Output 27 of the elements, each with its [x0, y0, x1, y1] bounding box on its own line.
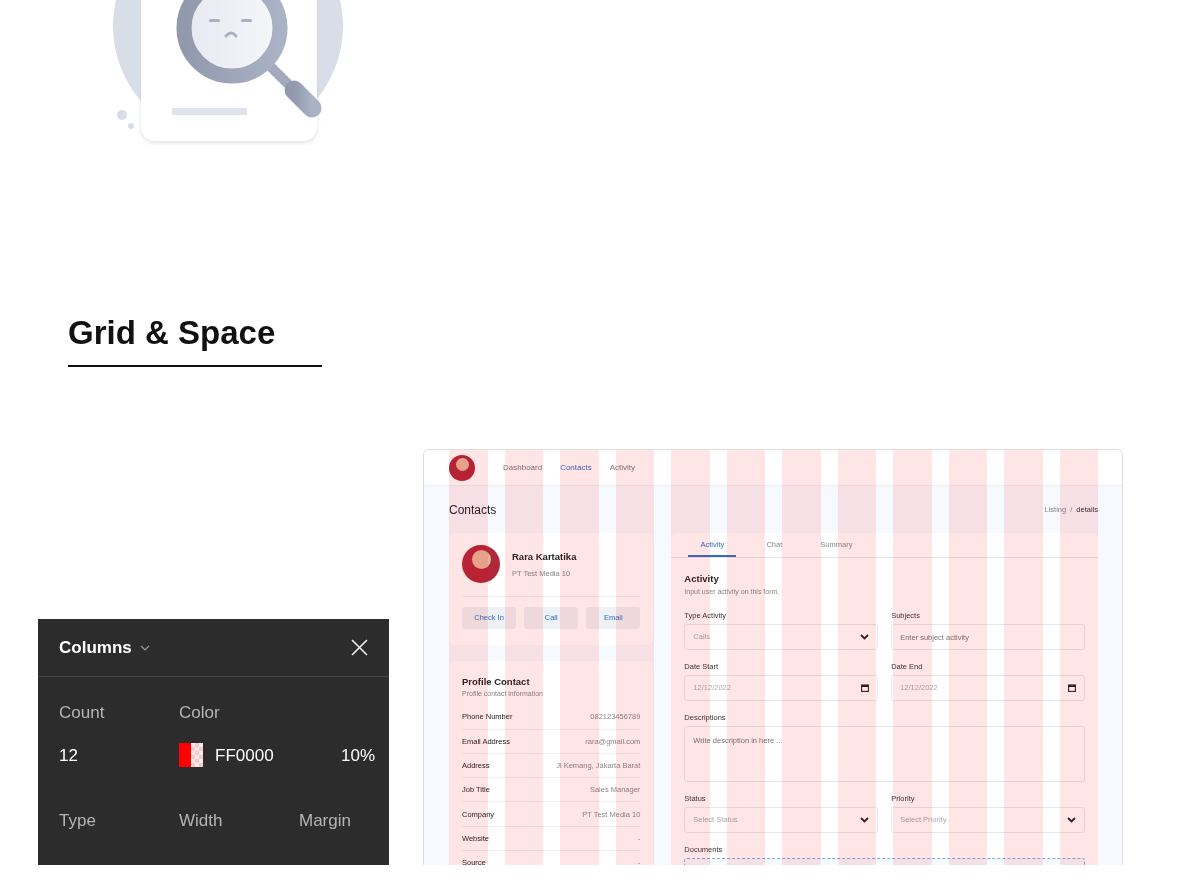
- nav-link[interactable]: Contacts: [560, 461, 592, 474]
- nav-link[interactable]: Activity: [609, 461, 636, 474]
- contact-name: Rara Kartatika: [512, 549, 577, 564]
- opacity-value[interactable]: 10%: [299, 725, 389, 786]
- calendar-icon: [861, 684, 870, 693]
- form-title: Activity: [684, 572, 720, 587]
- section-heading: Grid & Space: [68, 315, 276, 352]
- color-label: Color: [179, 701, 221, 724]
- avatar-icon: [449, 454, 475, 481]
- close-icon[interactable]: [351, 639, 368, 657]
- margin-label: Margin: [299, 809, 352, 832]
- nav-link[interactable]: Dashboard: [503, 461, 543, 474]
- chevron-down-icon: [1067, 817, 1076, 824]
- avatar-icon: [462, 545, 500, 584]
- calendar-icon: [1068, 684, 1076, 693]
- count-value[interactable]: 12: [59, 725, 179, 786]
- columns-dropdown[interactable]: Columns: [59, 635, 150, 661]
- color-hex-value[interactable]: FF0000: [215, 742, 274, 769]
- page-title: Contacts: [449, 502, 497, 517]
- count-label: Count: [59, 701, 106, 724]
- type-label: Type: [59, 809, 97, 832]
- width-label: Width: [179, 809, 224, 832]
- card-title: Profile Contact: [462, 674, 531, 689]
- chevron-down-icon: [139, 644, 150, 651]
- chevron-down-icon: [860, 634, 870, 641]
- chevron-down-icon: [860, 817, 870, 824]
- color-swatch[interactable]: [179, 743, 203, 768]
